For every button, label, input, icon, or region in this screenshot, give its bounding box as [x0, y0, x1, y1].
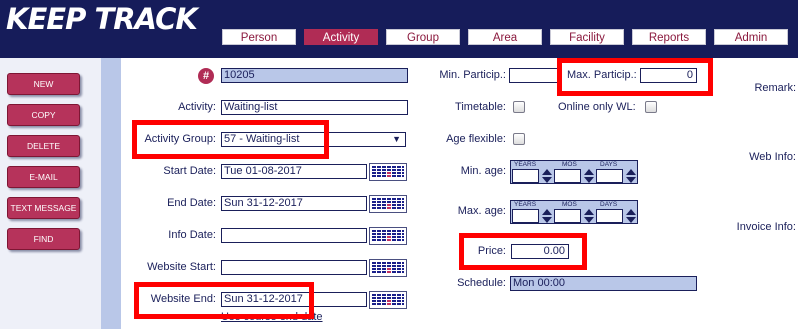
online-only-wl-checkbox[interactable]: [645, 101, 657, 113]
days-header: DAYS: [600, 161, 618, 168]
text-message-button[interactable]: TEXT MESSAGE: [7, 197, 80, 219]
app-header: KEEP TRACK Person Activity Group Area Fa…: [0, 0, 798, 58]
spinner-icon[interactable]: [583, 209, 594, 223]
age-flexible-checkbox[interactable]: [513, 133, 525, 145]
calendar-icon[interactable]: [369, 291, 407, 309]
spinner-icon[interactable]: [625, 209, 636, 223]
price-highlight: [459, 233, 587, 270]
spinner-icon[interactable]: [583, 169, 594, 183]
remark-label: Remark:: [754, 82, 796, 94]
min-age-picker[interactable]: YEARS MOS DAYS: [510, 160, 638, 184]
tab-reports[interactable]: Reports: [632, 29, 706, 45]
months-header: MOS: [562, 201, 577, 208]
tab-person[interactable]: Person: [222, 29, 296, 45]
months-header: MOS: [562, 161, 577, 168]
start-date-field[interactable]: Tue 01-08-2017: [221, 164, 367, 179]
activity-group-highlight: [132, 120, 329, 159]
max-particip-highlight: [557, 58, 713, 96]
new-button[interactable]: NEW: [7, 73, 80, 95]
age-flexible-label: Age flexible:: [446, 133, 506, 145]
max-age-years-field[interactable]: [512, 209, 539, 223]
tab-group[interactable]: Group: [386, 29, 460, 45]
website-start-field[interactable]: [221, 260, 367, 275]
id-field: 10205: [221, 68, 408, 83]
find-button[interactable]: FIND: [7, 228, 80, 250]
min-age-years-field[interactable]: [512, 169, 539, 183]
max-age-days-field[interactable]: [596, 209, 623, 223]
max-age-picker[interactable]: YEARS MOS DAYS: [510, 200, 638, 224]
info-date-field[interactable]: [221, 228, 367, 243]
keep-track-logo: KEEP TRACK: [6, 2, 198, 36]
timetable-label: Timetable:: [455, 101, 506, 113]
online-only-wl-label: Online only WL:: [558, 101, 636, 113]
spinner-icon[interactable]: [541, 209, 552, 223]
dropdown-arrow-icon: ▼: [392, 134, 401, 144]
calendar-icon[interactable]: [369, 227, 407, 245]
timetable-checkbox[interactable]: [513, 101, 525, 113]
email-button[interactable]: E-MAIL: [7, 166, 80, 188]
spinner-icon[interactable]: [625, 169, 636, 183]
copy-button[interactable]: COPY: [7, 104, 80, 126]
years-header: YEARS: [514, 201, 537, 208]
sidebar: [0, 58, 121, 329]
max-age-label: Max. age:: [457, 205, 506, 217]
tab-activity[interactable]: Activity: [304, 29, 378, 45]
activity-field[interactable]: Waiting-list: [221, 100, 408, 115]
website-start-label: Website Start:: [147, 261, 216, 273]
schedule-field: Mon 00:00: [510, 276, 697, 291]
id-hash-icon: #: [198, 68, 214, 84]
tab-admin[interactable]: Admin: [714, 29, 788, 45]
website-end-highlight: [134, 282, 314, 319]
max-age-months-field[interactable]: [554, 209, 581, 223]
tab-area[interactable]: Area: [468, 29, 542, 45]
min-age-days-field[interactable]: [596, 169, 623, 183]
info-date-label: Info Date:: [168, 229, 216, 241]
calendar-icon[interactable]: [369, 163, 407, 181]
spinner-icon[interactable]: [541, 169, 552, 183]
min-age-label: Min. age:: [460, 165, 506, 177]
calendar-icon[interactable]: [369, 195, 407, 213]
min-age-months-field[interactable]: [554, 169, 581, 183]
delete-button[interactable]: DELETE: [7, 135, 80, 157]
schedule-label: Schedule:: [457, 277, 506, 289]
activity-label: Activity:: [178, 101, 216, 113]
calendar-icon[interactable]: [369, 259, 407, 277]
min-particip-label: Min. Particip.:: [439, 69, 506, 81]
end-date-field[interactable]: Sun 31-12-2017: [221, 196, 367, 211]
tab-facility[interactable]: Facility: [550, 29, 624, 45]
sidebar-strip: [101, 58, 121, 329]
years-header: YEARS: [514, 161, 537, 168]
end-date-label: End Date:: [167, 197, 216, 209]
start-date-label: Start Date:: [163, 165, 216, 177]
web-info-label: Web Info:: [749, 151, 796, 163]
min-particip-field[interactable]: [509, 68, 561, 83]
invoice-info-label: Invoice Info:: [736, 221, 796, 233]
days-header: DAYS: [600, 201, 618, 208]
